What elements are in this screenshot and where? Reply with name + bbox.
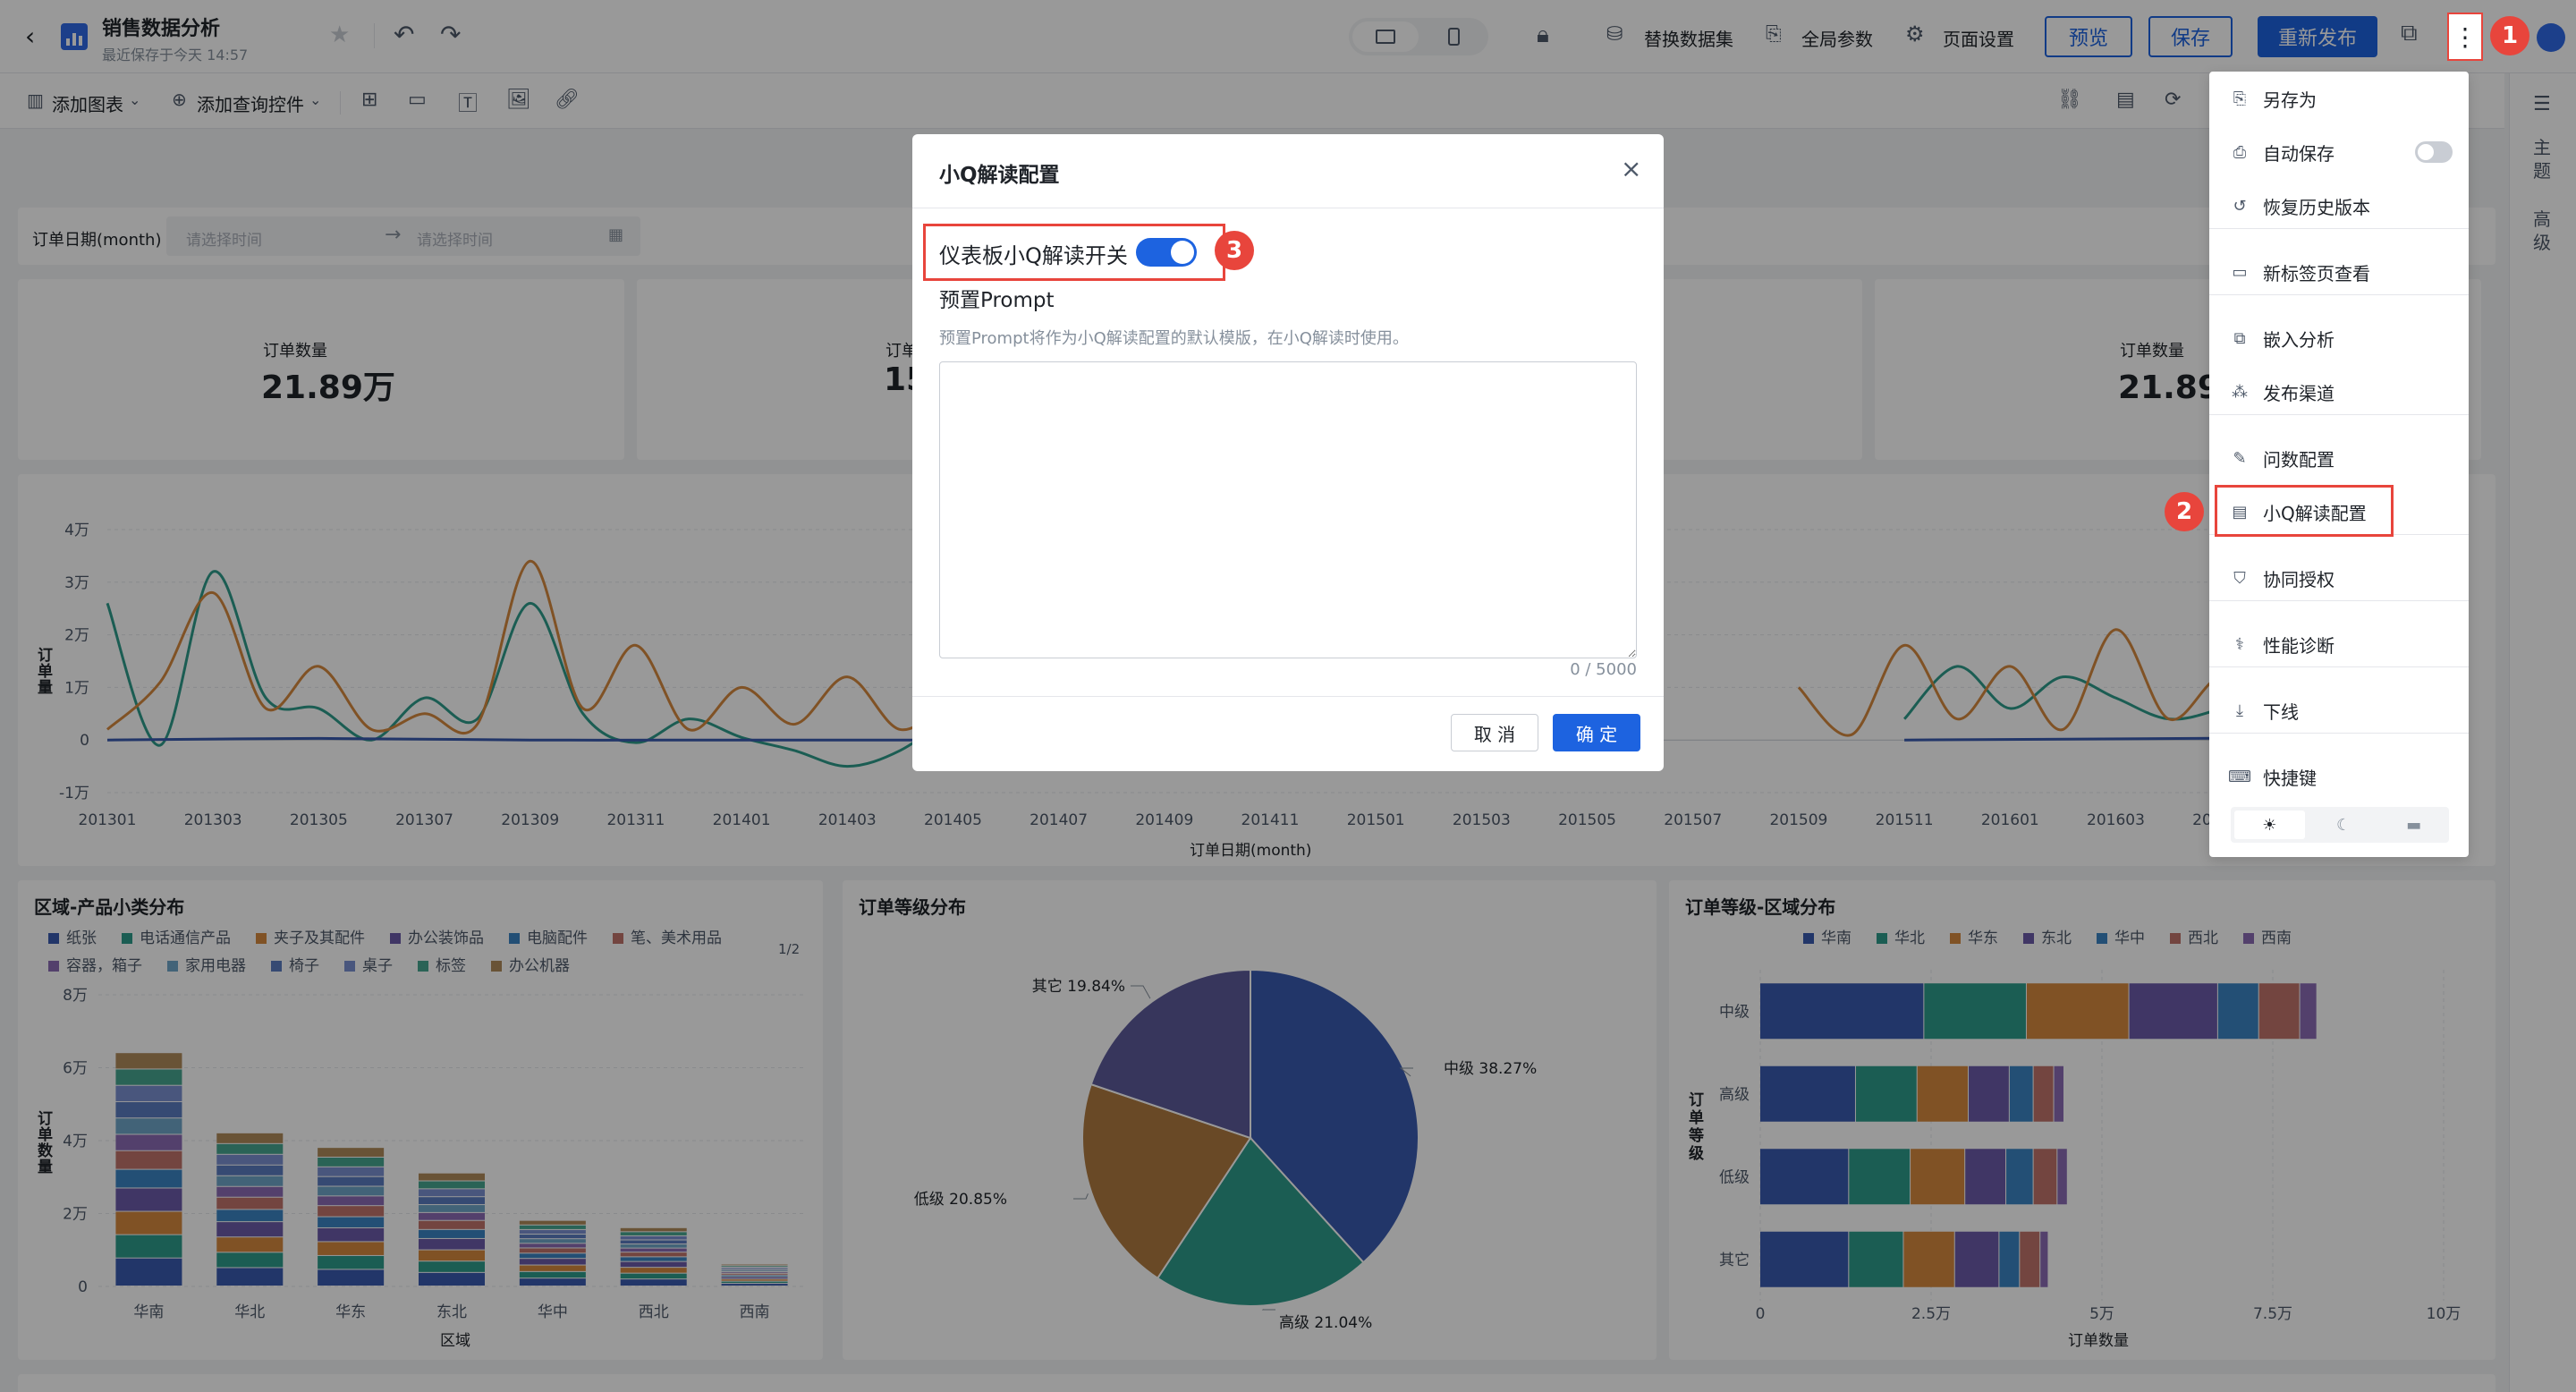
menu-item-save-as[interactable]: ⎘ 另存为 — [2209, 73, 2469, 123]
menu-item-label: 嵌入分析 — [2263, 328, 2334, 351]
theme-switcher: ☀ ☾ ▬ — [2231, 807, 2449, 843]
monitor-icon: ▭ — [2232, 262, 2248, 282]
menu-divider — [2209, 600, 2469, 601]
prompt-label: 预置Prompt — [939, 289, 1055, 312]
autosave-toggle[interactable] — [2415, 141, 2453, 163]
config-dialog: 小Q解读配置 × 仪表板小Q解读开关 预置Prompt 预置Prompt将作为小… — [912, 134, 1664, 771]
dark-theme-button[interactable]: ☾ — [2309, 807, 2379, 843]
menu-item-label: 下线 — [2263, 700, 2299, 723]
menu-item-label: 新标签页查看 — [2263, 262, 2370, 284]
callout-badge-2: 2 — [2165, 492, 2204, 531]
menu-divider — [2209, 294, 2469, 295]
ask-config-icon: ✎ — [2233, 448, 2247, 468]
offline-icon: ⤓ — [2236, 700, 2243, 720]
highlight-box-switch — [923, 224, 1225, 281]
history-icon: ↺ — [2233, 196, 2247, 216]
menu-item-diagnose[interactable]: ⚕ 性能诊断 — [2209, 619, 2469, 669]
prompt-description: 预置Prompt将作为小Q解读配置的默认模版，在小Q解读时使用。 — [939, 329, 1409, 348]
callout-badge-1: 1 — [2490, 16, 2529, 55]
prompt-textarea[interactable] — [939, 361, 1637, 658]
menu-item-label: 另存为 — [2263, 89, 2317, 111]
cancel-button[interactable]: 取 消 — [1451, 714, 1538, 751]
divider — [912, 696, 1664, 697]
light-theme-button[interactable]: ☀ — [2234, 811, 2305, 839]
menu-item-label: 发布渠道 — [2263, 382, 2334, 404]
char-counter: 0 / 5000 — [1570, 660, 1637, 679]
shield-icon: ⛉ — [2233, 568, 2246, 588]
more-menu-button-highlight[interactable]: ⋮ — [2447, 13, 2483, 61]
menu-item-channel[interactable]: ⁂ 发布渠道 — [2209, 367, 2469, 417]
menu-item-monitor[interactable]: ▭ 新标签页查看 — [2209, 247, 2469, 297]
menu-item-label: 快捷键 — [2263, 767, 2317, 789]
menu-item-label: 恢复历史版本 — [2263, 196, 2370, 218]
menu-item-embed[interactable]: ⧉ 嵌入分析 — [2209, 313, 2469, 363]
dialog-title: 小Q解读配置 — [939, 164, 1060, 187]
menu-item-history[interactable]: ↺ 恢复历史版本 — [2209, 181, 2469, 231]
menu-item-label: 自动保存 — [2263, 142, 2334, 165]
menu-item-label: 问数配置 — [2263, 448, 2334, 471]
highlight-box-menu — [2215, 485, 2394, 537]
menu-item-label: 协同授权 — [2263, 568, 2334, 590]
autosave-icon: ⎙ — [2233, 142, 2247, 162]
callout-badge-3: 3 — [1215, 231, 1254, 270]
confirm-button[interactable]: 确 定 — [1553, 714, 1640, 751]
menu-item-keyboard[interactable]: ⌨ 快捷键 — [2209, 751, 2469, 802]
close-icon[interactable]: × — [1621, 154, 1641, 183]
menu-item-offline[interactable]: ⤓ 下线 — [2209, 685, 2469, 735]
system-theme-button[interactable]: ▬ — [2378, 807, 2449, 843]
menu-divider — [2209, 228, 2469, 229]
menu-divider — [2209, 733, 2469, 734]
menu-divider — [2209, 414, 2469, 415]
channel-icon: ⁂ — [2232, 382, 2248, 402]
embed-icon: ⧉ — [2233, 328, 2246, 348]
diagnose-icon: ⚕ — [2235, 634, 2244, 654]
menu-item-shield[interactable]: ⛉ 协同授权 — [2209, 553, 2469, 603]
menu-item-ask-config[interactable]: ✎ 问数配置 — [2209, 433, 2469, 483]
keyboard-icon: ⌨ — [2228, 767, 2251, 786]
menu-item-label: 性能诊断 — [2263, 634, 2334, 657]
save-as-icon: ⎘ — [2233, 89, 2247, 108]
menu-divider — [2209, 666, 2469, 667]
